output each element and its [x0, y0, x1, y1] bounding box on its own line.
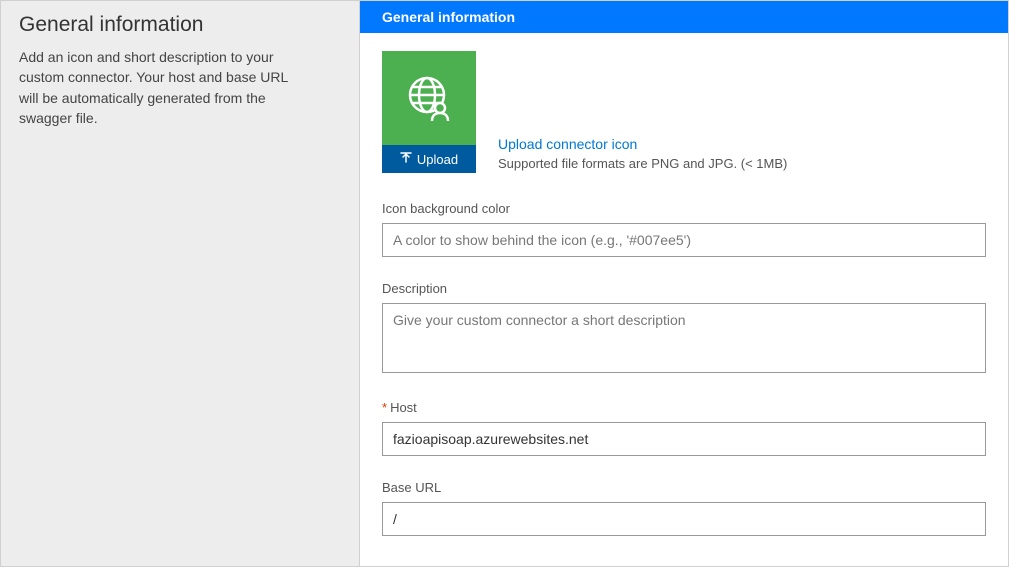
- field-host: *Host: [382, 400, 986, 456]
- sidebar-description: Add an icon and short description to you…: [19, 47, 289, 128]
- connector-icon-tile: [382, 51, 476, 145]
- icon-bg-color-label: Icon background color: [382, 201, 986, 216]
- upload-icon: [400, 152, 412, 167]
- upload-button[interactable]: Upload: [382, 145, 476, 173]
- icon-bg-color-input[interactable]: [382, 223, 986, 257]
- page-container: General information Add an icon and shor…: [1, 1, 1008, 566]
- description-input[interactable]: [382, 303, 986, 373]
- main-panel: General information: [360, 1, 1008, 566]
- upload-button-label: Upload: [417, 152, 458, 167]
- field-description: Description: [382, 281, 986, 376]
- field-icon-bg-color: Icon background color: [382, 201, 986, 257]
- section-header-title: General information: [382, 9, 515, 25]
- icon-upload-row: Upload Upload connector icon Supported f…: [382, 51, 986, 173]
- required-indicator: *: [382, 400, 387, 415]
- section-header: General information: [360, 1, 1008, 33]
- host-label-text: Host: [390, 400, 417, 415]
- globe-person-icon: [403, 71, 455, 126]
- icon-column: Upload: [382, 51, 476, 173]
- host-label: *Host: [382, 400, 986, 415]
- sidebar: General information Add an icon and shor…: [1, 1, 360, 566]
- sidebar-title: General information: [19, 13, 341, 37]
- base-url-label: Base URL: [382, 480, 986, 495]
- supported-formats-text: Supported file formats are PNG and JPG. …: [498, 156, 787, 171]
- base-url-input[interactable]: [382, 502, 986, 536]
- field-base-url: Base URL: [382, 480, 986, 536]
- content-area: Upload Upload connector icon Supported f…: [360, 33, 1008, 578]
- icon-info: Upload connector icon Supported file for…: [498, 136, 787, 173]
- upload-icon-link[interactable]: Upload connector icon: [498, 136, 787, 152]
- host-input[interactable]: [382, 422, 986, 456]
- description-label: Description: [382, 281, 986, 296]
